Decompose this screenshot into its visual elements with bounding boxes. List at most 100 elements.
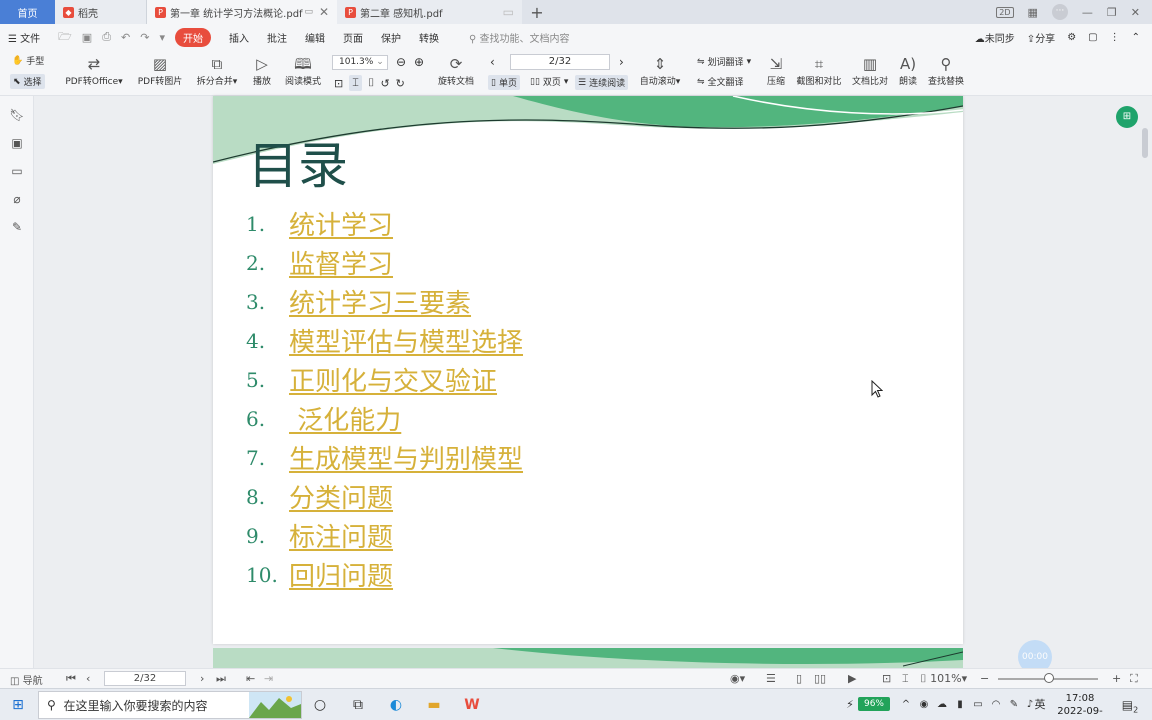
battery-indicator[interactable]: 96%	[858, 697, 890, 711]
toc-link[interactable]: 统计学习	[289, 205, 393, 242]
navigation-toggle[interactable]: ◫ 导航	[10, 672, 43, 687]
tab-document-second[interactable]: P 第二章 感知机.pdf ▭	[337, 0, 522, 24]
back-icon[interactable]: ⇤	[246, 672, 255, 685]
customize-icon[interactable]: ▾	[159, 31, 165, 44]
double-page-button[interactable]: ▯▯ 双页 ▾	[530, 75, 568, 89]
fit-page-mode-icon[interactable]: ⌶	[902, 672, 909, 686]
window-layout-badge[interactable]: 2D	[996, 6, 1014, 18]
bookmark-icon[interactable]: 🔖︎	[9, 108, 25, 124]
menu-convert[interactable]: 转换	[419, 30, 439, 45]
toc-link[interactable]: 分类问题	[289, 478, 393, 515]
zoom-dropdown[interactable]: ⌷ 101%▾	[920, 672, 967, 686]
ime-indicator[interactable]: 英	[1030, 695, 1050, 715]
single-page-mode-icon[interactable]: ▯	[796, 672, 802, 685]
continuous-read-button[interactable]: ☰ 连续阅读	[575, 75, 629, 90]
fit-page-icon[interactable]: ⌶	[349, 75, 362, 91]
menu-start[interactable]: 开始	[174, 27, 211, 47]
split-merge-button[interactable]: ⧉ 拆分合并▾	[192, 54, 242, 87]
zoom-select[interactable]: 101.3% ⌄	[332, 55, 388, 70]
rotate-document-button[interactable]: ⟳ 旋转文档	[436, 54, 476, 87]
toc-link[interactable]: 统计学习三要素	[289, 283, 471, 320]
file-explorer-icon[interactable]: ▬	[424, 695, 444, 715]
open-icon[interactable]: 🗁	[58, 28, 72, 47]
eye-protect-icon[interactable]: ◉▾	[730, 672, 745, 685]
zoom-minus-icon[interactable]: −	[980, 672, 989, 685]
tab-daoke[interactable]: ◆ 稻壳	[55, 0, 147, 24]
tray-expand-icon[interactable]: ^	[896, 695, 916, 715]
file-menu[interactable]: ☰ 文件	[8, 30, 40, 45]
next-page-icon[interactable]: ›	[200, 672, 204, 685]
prev-page-button[interactable]: ‹	[490, 55, 495, 69]
play-mode-icon[interactable]: ▶	[848, 672, 856, 685]
auto-scroll-button[interactable]: ⇕ 自动滚动▾	[637, 54, 683, 87]
vertical-scrollbar[interactable]	[1142, 128, 1148, 158]
menu-page[interactable]: 页面	[343, 30, 363, 45]
forward-icon[interactable]: ⇥	[264, 672, 273, 685]
comment-icon[interactable]: ▢	[1088, 32, 1097, 43]
wifi-icon[interactable]: ◠	[986, 695, 1006, 715]
screenshot-compare-button[interactable]: ⌗ 截图和对比	[794, 54, 844, 87]
thumbnail-icon[interactable]: ▣	[9, 136, 25, 152]
tab-document-active[interactable]: P 第一章 统计学习方法概论.pdf ▭ ✕	[147, 0, 337, 24]
share-button[interactable]: ⇪分享	[1027, 30, 1055, 45]
fullscreen-icon[interactable]: ⛶	[1130, 672, 1138, 686]
power-icon[interactable]: ⚡	[840, 695, 860, 715]
rotate-right-icon[interactable]: ↻	[396, 77, 405, 90]
taskbar-clock[interactable]: 17:08 2022-09-26	[1052, 692, 1108, 720]
tray-app-icon[interactable]: ◉	[914, 695, 934, 715]
next-page-button[interactable]: ›	[619, 55, 624, 69]
menu-edit[interactable]: 编辑	[305, 30, 325, 45]
actual-size-mode-icon[interactable]: ⊡	[882, 672, 891, 685]
zoom-in-button[interactable]: ⊕	[414, 55, 424, 69]
cortana-icon[interactable]: ○	[310, 695, 330, 715]
taskbar-search[interactable]: ⚲ 在这里输入你要搜索的内容	[38, 691, 302, 719]
toc-link[interactable]: 生成模型与判别模型	[289, 439, 523, 476]
close-tab-icon[interactable]: ✕	[319, 5, 329, 19]
toc-link[interactable]: 正则化与交叉验证	[289, 361, 497, 398]
translate-float-icon[interactable]: ⊞	[1116, 106, 1138, 128]
read-mode-button[interactable]: 🕮 阅读模式	[282, 54, 324, 87]
menu-annotate[interactable]: 批注	[267, 30, 287, 45]
select-tool-button[interactable]: ⬉ 选择	[10, 74, 45, 89]
edge-browser-icon[interactable]: ◐	[386, 695, 406, 715]
pdf-to-office-button[interactable]: ⇄ PDF转Office▾	[62, 54, 126, 87]
status-page-input[interactable]: 2/32	[104, 671, 186, 686]
more-icon[interactable]: ···	[1051, 4, 1068, 20]
windows-start-icon[interactable]: ⊞	[8, 695, 28, 715]
save-icon[interactable]: ▣	[82, 31, 92, 44]
full-translate-button[interactable]: ⇋ 全文翻译	[697, 75, 744, 89]
menu-insert[interactable]: 插入	[229, 30, 249, 45]
redo-icon[interactable]: ↷	[140, 31, 149, 44]
double-page-mode-icon[interactable]: ▯▯	[814, 672, 826, 685]
task-view-icon[interactable]: ⧉	[348, 695, 368, 715]
minimize-icon[interactable]: —	[1082, 6, 1093, 19]
prev-page-icon[interactable]: ‹	[86, 672, 90, 685]
attachment-icon[interactable]: ⌀	[9, 192, 25, 208]
read-aloud-button[interactable]: A) 朗读	[896, 54, 920, 87]
collapse-ribbon-icon[interactable]: ⌃	[1132, 32, 1140, 43]
find-replace-button[interactable]: ⚲ 查找替换	[926, 54, 966, 87]
first-page-icon[interactable]: ⏮︎	[66, 672, 76, 686]
more-menu-icon[interactable]: ⋮	[1110, 32, 1120, 43]
pin-icon[interactable]: ▭	[503, 5, 514, 19]
toc-link[interactable]: 模型评估与模型选择	[289, 322, 523, 359]
settings-icon[interactable]: ⚙	[1067, 32, 1076, 43]
usb-icon[interactable]: ▮	[950, 695, 970, 715]
menu-protect[interactable]: 保护	[381, 30, 401, 45]
network-icon[interactable]: ▭	[968, 695, 988, 715]
close-window-icon[interactable]: ✕	[1131, 6, 1140, 19]
cloud-tray-icon[interactable]: ☁	[932, 695, 952, 715]
tab-home[interactable]: 首页	[0, 0, 55, 24]
undo-icon[interactable]: ↶	[121, 31, 130, 44]
compress-button[interactable]: ⇲ 压缩	[764, 54, 788, 87]
toc-link[interactable]: 回归问题	[289, 556, 393, 593]
comment-icon[interactable]: ▭	[9, 164, 25, 180]
word-translate-button[interactable]: ⇋ 划词翻译 ▾	[697, 55, 751, 69]
toc-link[interactable]: 监督学习	[289, 244, 393, 281]
wps-office-icon[interactable]: W	[462, 695, 482, 715]
sync-button[interactable]: ☁未同步	[975, 30, 1015, 45]
single-page-button[interactable]: ▯ 单页	[488, 75, 520, 90]
signature-icon[interactable]: ✎	[9, 220, 25, 236]
actual-size-icon[interactable]: ⊡	[334, 77, 343, 90]
rotate-left-icon[interactable]: ↺	[380, 77, 389, 90]
